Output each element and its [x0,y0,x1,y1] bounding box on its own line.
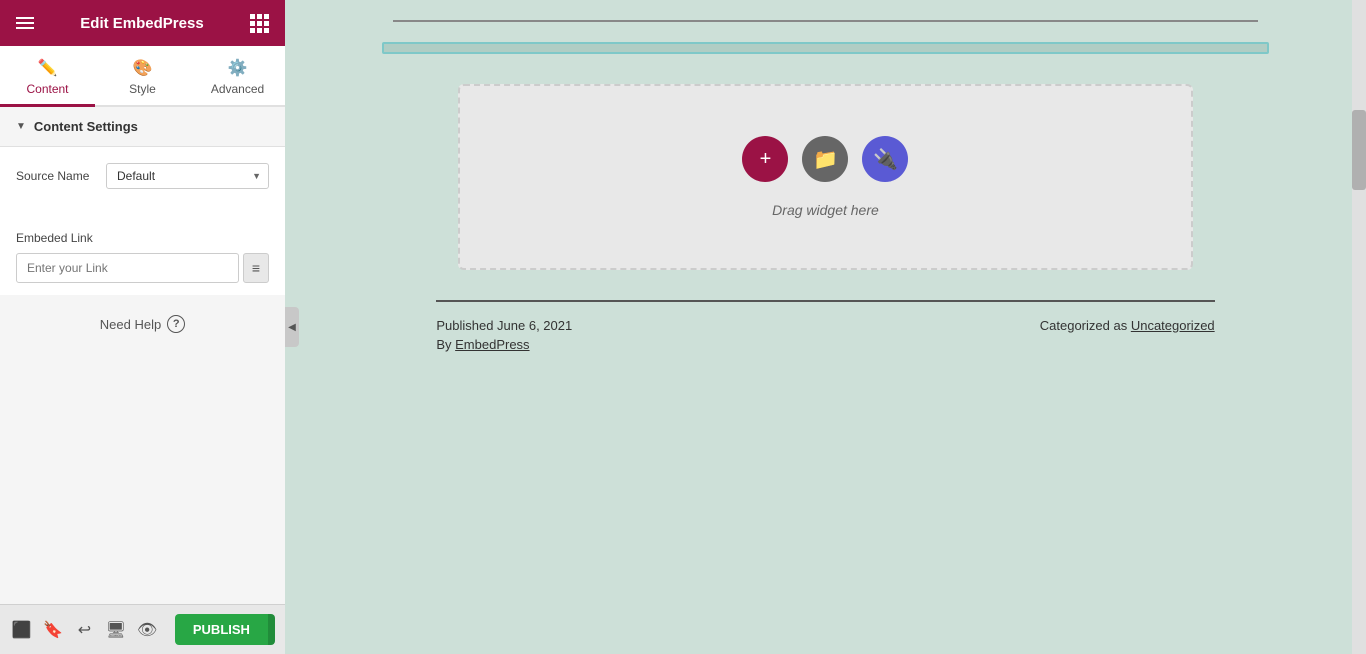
style-tab-icon: 🎨 [133,58,153,78]
panel-content: ▼ Content Settings Source Name Default E… [0,107,285,604]
published-text: Published June 6, 2021 [436,318,572,333]
hamburger-icon[interactable] [16,17,34,29]
embed-link-input[interactable] [16,253,239,283]
left-panel: Edit EmbedPress ✏️ Content 🎨 Style ⚙️ Ad… [0,0,285,654]
panel-header: Edit EmbedPress [0,0,285,46]
plugin-widget-button[interactable]: 🔌 [862,136,908,182]
embed-input-row: ≡ [16,253,269,283]
meta-left: Published June 6, 2021 By EmbedPress [436,318,572,352]
panel-title: Edit EmbedPress [80,15,203,32]
embed-link-button[interactable]: ≡ [243,253,269,283]
plugin-icon: 🔌 [873,147,898,172]
source-name-select[interactable]: Default [106,163,269,189]
desktop-icon[interactable]: 🖥 [104,616,127,644]
content-tab-icon: ✏️ [38,58,58,78]
content-settings-header[interactable]: ▼ Content Settings [0,107,285,147]
widget-buttons: + 📁 🔌 [742,136,908,182]
tab-advanced-label: Advanced [211,82,264,96]
need-help[interactable]: Need Help ? [0,295,285,353]
categorized-text: Categorized as Uncategorized [1040,318,1215,333]
eye-icon[interactable]: 👁 [136,616,159,644]
publish-group: PUBLISH ▲ [175,614,275,645]
meta-right: Categorized as Uncategorized [1040,318,1215,352]
collapse-toggle[interactable]: ◀ [285,307,299,347]
folder-icon: 📁 [813,147,838,172]
top-divider [393,20,1258,22]
bookmark-icon[interactable]: 🔖 [41,616,64,644]
by-text: By [436,337,451,352]
source-name-row: Source Name Default [16,163,269,189]
embed-link-label: Embeded Link [16,231,269,245]
bottom-divider [436,300,1214,302]
section-label: Content Settings [34,119,138,134]
publish-button[interactable]: PUBLISH [175,614,268,645]
add-widget-button[interactable]: + [742,136,788,182]
tab-content-label: Content [26,82,68,96]
grid-icon[interactable] [250,14,269,33]
help-icon: ? [167,315,185,333]
embed-selected-bar [382,42,1268,54]
publish-arrow-button[interactable]: ▲ [268,614,275,645]
tab-advanced[interactable]: ⚙️ Advanced [190,48,285,107]
scrollbar[interactable] [1352,0,1366,654]
embed-link-section: Embeded Link ≡ [0,219,285,295]
tabs-row: ✏️ Content 🎨 Style ⚙️ Advanced [0,46,285,107]
author-link[interactable]: EmbedPress [455,337,529,352]
by-row: By EmbedPress [436,337,572,352]
category-link[interactable]: Uncategorized [1131,318,1215,333]
drag-widget-text: Drag widget here [772,202,879,218]
undo-icon[interactable]: ↩ [73,616,96,644]
drag-widget-area: + 📁 🔌 Drag widget here [458,84,1193,270]
bottom-bar: ⬛ 🔖 ↩ 🖥 👁 PUBLISH ▲ [0,604,285,654]
tab-style-label: Style [129,82,156,96]
source-name-select-wrap: Default [106,163,269,189]
advanced-tab-icon: ⚙️ [228,58,248,78]
tab-content[interactable]: ✏️ Content [0,48,95,107]
folder-widget-button[interactable]: 📁 [802,136,848,182]
scroll-thumb[interactable] [1352,110,1366,190]
meta-row: Published June 6, 2021 By EmbedPress Cat… [436,318,1214,352]
source-name-label: Source Name [16,169,106,183]
section-body: Source Name Default [0,147,285,219]
layers-icon[interactable]: ⬛ [10,616,33,644]
need-help-label: Need Help [100,317,161,332]
main-area: + 📁 🔌 Drag widget here Published June 6,… [285,0,1366,654]
categorized-label: Categorized as [1040,318,1127,333]
chevron-icon: ▼ [16,121,26,132]
add-icon: + [760,148,772,171]
tab-style[interactable]: 🎨 Style [95,48,190,107]
